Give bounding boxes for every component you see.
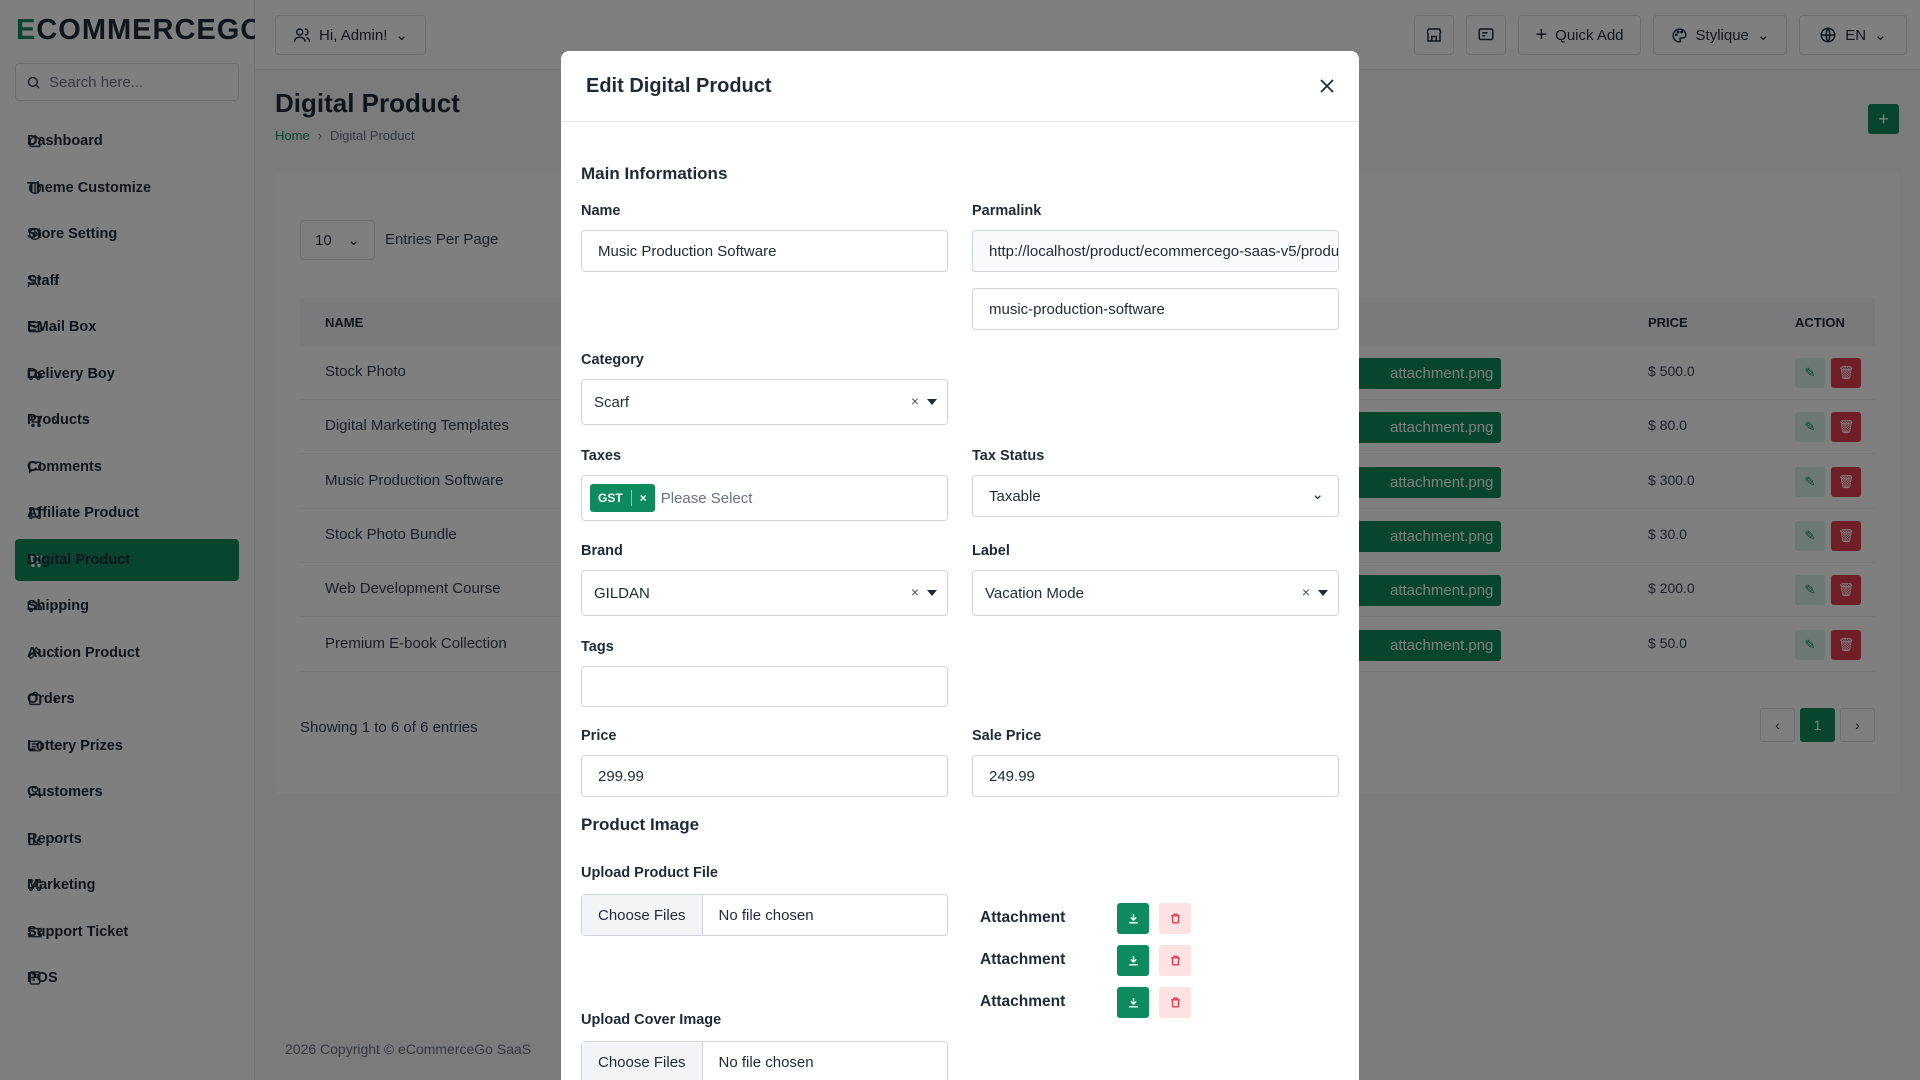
delete-attachment-button[interactable] xyxy=(1159,987,1191,1018)
section-main-informations: Main Informations xyxy=(581,164,728,183)
taxes-multiselect[interactable]: GST × Please Select xyxy=(581,475,948,521)
name-input[interactable]: Music Production Software xyxy=(581,230,948,272)
tax-tag-label: GST xyxy=(598,491,623,505)
clear-icon[interactable]: × xyxy=(1302,584,1310,600)
slug-input[interactable]: music-production-software xyxy=(972,288,1339,330)
label-select[interactable]: Vacation Mode × xyxy=(972,570,1339,616)
category-value: Scarf xyxy=(594,393,630,411)
modal-title: Edit Digital Product xyxy=(586,75,772,97)
tags-label: Tags xyxy=(581,639,614,655)
taxes-label: Taxes xyxy=(581,448,622,464)
trash-icon xyxy=(1170,997,1180,1008)
taxes-placeholder: Please Select xyxy=(660,489,753,507)
modal-header: Edit Digital Product xyxy=(561,51,1359,122)
name-label: Name xyxy=(581,203,621,219)
caret-down-icon xyxy=(927,399,937,405)
tax-status-select[interactable]: Taxable ⌄ xyxy=(972,475,1339,517)
delete-attachment-button[interactable] xyxy=(1159,903,1191,934)
tax-status-value: Taxable xyxy=(989,487,1041,505)
tags-input[interactable] xyxy=(581,666,948,707)
section-product-image: Product Image xyxy=(581,815,700,834)
close-icon xyxy=(1320,79,1334,93)
download-attachment-button[interactable] xyxy=(1117,945,1149,976)
download-icon xyxy=(1128,956,1138,966)
remove-tag-icon[interactable]: × xyxy=(640,491,647,505)
no-file-text: No file chosen xyxy=(718,1053,814,1071)
brand-value: GILDAN xyxy=(594,584,650,602)
chevron-down-icon: ⌄ xyxy=(1311,486,1324,503)
permalink-input[interactable]: http://localhost/product/ecommercego-saa… xyxy=(972,230,1339,272)
category-label: Category xyxy=(581,352,644,368)
tax-tag[interactable]: GST × xyxy=(590,484,655,512)
attachment-label: Attachment xyxy=(980,909,1066,926)
attachment-label: Attachment xyxy=(980,951,1066,968)
trash-icon xyxy=(1170,913,1180,924)
sale-price-label: Sale Price xyxy=(972,728,1042,744)
download-attachment-button[interactable] xyxy=(1117,903,1149,934)
permalink-label: Parmalink xyxy=(972,203,1042,219)
price-input[interactable]: 299.99 xyxy=(581,755,948,797)
category-select[interactable]: Scarf × xyxy=(581,379,948,425)
upload-cover-image-input[interactable]: Choose Files No file chosen xyxy=(581,1041,948,1080)
download-icon xyxy=(1128,914,1138,924)
upload-product-file-input[interactable]: Choose Files No file chosen xyxy=(581,894,948,936)
price-label: Price xyxy=(581,728,617,744)
attachment-label: Attachment xyxy=(980,993,1066,1010)
tax-status-label: Tax Status xyxy=(972,448,1045,464)
download-attachment-button[interactable] xyxy=(1117,987,1149,1018)
brand-select[interactable]: GILDAN × xyxy=(581,570,948,616)
close-button[interactable] xyxy=(1315,74,1339,98)
upload-cover-image-label: Upload Cover Image xyxy=(581,1012,722,1028)
brand-label: Brand xyxy=(581,543,623,559)
download-icon xyxy=(1128,998,1138,1008)
trash-icon xyxy=(1170,955,1180,966)
delete-attachment-button[interactable] xyxy=(1159,945,1191,976)
caret-down-icon xyxy=(1318,590,1328,596)
no-file-text: No file chosen xyxy=(718,906,814,924)
upload-product-file-label: Upload Product File xyxy=(581,865,718,881)
choose-files-button[interactable]: Choose Files xyxy=(582,895,703,935)
caret-down-icon xyxy=(927,590,937,596)
label-value: Vacation Mode xyxy=(985,584,1084,602)
choose-files-button[interactable]: Choose Files xyxy=(582,1042,703,1080)
clear-icon[interactable]: × xyxy=(911,393,919,409)
clear-icon[interactable]: × xyxy=(911,584,919,600)
label-label: Label xyxy=(972,543,1010,559)
edit-digital-product-modal: Edit Digital Product Main Informations N… xyxy=(561,51,1359,1080)
sale-price-input[interactable]: 249.99 xyxy=(972,755,1339,797)
